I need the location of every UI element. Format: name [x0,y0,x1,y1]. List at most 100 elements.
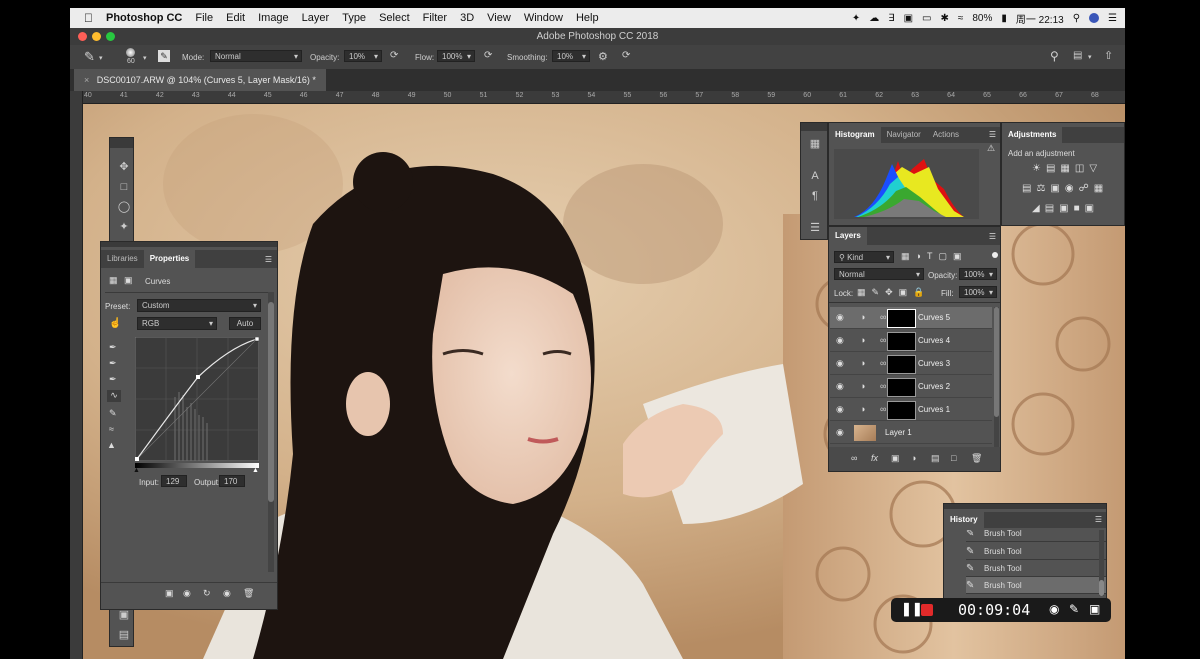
auto-button[interactable]: Auto [229,317,261,330]
lock-position-icon[interactable]: ✥ [885,287,899,297]
lock-artboard-icon[interactable]: ▣ [899,287,914,297]
gray-point-eyedropper-icon[interactable]: ✒ [109,358,117,369]
levels-icon[interactable]: ▤ [1046,163,1060,174]
brightness-contrast-icon[interactable]: ☀ [1032,163,1046,174]
mode-select[interactable]: Normal ▾ [210,50,302,62]
new-adjustment-icon[interactable]: ◑ [911,453,916,463]
history-row[interactable]: ✎ Brush Tool [966,560,1106,577]
tab-history[interactable]: History [944,512,984,528]
view-previous-icon[interactable]: ◉ [183,588,191,599]
add-mask-icon[interactable]: ▣ [891,453,900,464]
tab-histogram[interactable]: Histogram [829,127,881,143]
filter-adjustment-icon[interactable]: ◑ [916,251,927,261]
lasso-tool-icon[interactable]: ◯ [117,200,131,214]
curves-icon[interactable]: ▦ [1060,163,1074,174]
layer-mask-thumbnail[interactable] [887,401,916,420]
close-tab-icon[interactable]: × [84,75,89,85]
new-layer-icon[interactable]: □ [951,453,956,463]
layer-opacity-input[interactable]: 100% ▾ [959,268,997,280]
stop-record-button[interactable] [921,604,933,616]
gradient-map-icon[interactable]: ■ [1074,203,1085,214]
display-icon[interactable]: ▣ [904,13,913,24]
vibrance-icon[interactable]: ▽ [1089,163,1102,174]
brush-size-chevron-icon[interactable]: ▾ [143,54,147,62]
black-white-icon[interactable]: ▣ [1050,183,1064,194]
horizontal-ruler[interactable]: 40 41 42 43 44 45 46 47 48 49 50 51 52 53 54 55 56 57 58 59… [82,91,1125,104]
clipping-warning-icon[interactable]: ▲ [107,440,116,450]
menu-image[interactable]: Image [258,12,289,24]
history-panel-icon[interactable]: ▦ [808,137,822,151]
reset-icon[interactable]: ↻ [203,588,211,599]
layer-row-curves-4[interactable]: ◉ ◑ ∞ Curves 4 [830,330,992,352]
lock-image-icon[interactable]: ✎ [872,287,886,297]
history-scrollbar[interactable] [1099,530,1104,596]
link-icon[interactable]: ∞ [880,312,886,322]
menu-select[interactable]: Select [379,12,410,24]
window-icon[interactable]: ▣ [1089,602,1100,616]
zoom-window-button[interactable] [106,32,115,41]
visibility-eye-icon[interactable]: ◉ [836,312,844,323]
properties-panel-header[interactable] [101,242,277,247]
exposure-icon[interactable]: ◫ [1075,163,1089,174]
clock-text[interactable]: 周一 22:13 [1016,11,1064,26]
scrollbar-thumb[interactable] [268,302,274,502]
paragraph-panel-icon[interactable]: ¶ [808,189,822,203]
selective-color-icon[interactable]: ▣ [1085,203,1099,214]
visibility-eye-icon[interactable]: ◉ [836,404,844,415]
layer-row-curves-1[interactable]: ◉ ◑ ∞ Curves 1 [830,399,992,421]
fill-input[interactable]: 100% ▾ [959,286,997,298]
menu-3d[interactable]: 3D [460,12,474,24]
posterize-icon[interactable]: ▤ [1045,203,1059,214]
threshold-icon[interactable]: ▣ [1059,203,1073,214]
history-row-selected[interactable]: ✎ Brush Tool [966,577,1106,594]
visibility-eye-icon[interactable]: ◉ [836,427,844,438]
apple-icon[interactable]:  [84,11,93,25]
wifi-icon[interactable]: ≈ [958,13,964,24]
layer-mask-thumbnail[interactable] [887,355,916,374]
dock-header[interactable] [801,123,827,131]
move-tool-icon[interactable]: ✥ [117,160,131,174]
invert-icon[interactable]: ◢ [1032,203,1045,214]
trash-icon[interactable]: 🗑 [971,453,982,464]
cloud-icon[interactable]: ☁ [869,13,879,24]
brush-settings-icon[interactable]: ✎ [158,50,170,62]
link-icon[interactable]: ∞ [880,381,886,391]
opacity-input[interactable]: 10% ▾ [344,50,382,62]
smoothing-input[interactable]: 10% ▾ [552,50,590,62]
tools-panel-header[interactable] [110,138,133,148]
panel-menu-icon[interactable]: ☰ [265,255,272,264]
new-group-icon[interactable]: ▤ [931,453,940,464]
trash-icon[interactable]: 🗑 [243,588,254,599]
link-icon[interactable]: ∞ [880,335,886,345]
mask-icon[interactable]: ▣ [124,275,133,286]
menu-help[interactable]: Help [576,12,599,24]
pressure-opacity-icon[interactable]: ⟳ [390,50,398,61]
dropbox-icon[interactable]: ✦ [852,13,860,24]
preset-dropdown-chevron-icon[interactable]: ▾ [99,54,103,62]
color-balance-icon[interactable]: ⚖ [1036,183,1050,194]
layer-thumbnail[interactable] [854,425,876,441]
layer-row-curves-3[interactable]: ◉ ◑ ∞ Curves 3 [830,353,992,375]
close-window-button[interactable] [78,32,87,41]
filter-pixel-icon[interactable]: ▦ [901,251,916,261]
preset-select[interactable]: Custom ▾ [137,299,261,312]
lock-transparent-icon[interactable]: ▦ [857,287,872,297]
photo-filter-icon[interactable]: ◉ [1065,183,1079,194]
link-icon[interactable]: ∞ [880,404,886,414]
bluetooth-icon[interactable]: ✱ [940,13,948,24]
layer-mask-thumbnail[interactable] [887,332,916,351]
filter-toggle[interactable] [992,252,998,258]
curve-points-tool-icon[interactable]: ∿ [107,390,121,402]
gear-icon[interactable]: ⚙ [598,50,608,63]
layer-row-curves-2[interactable]: ◉ ◑ ∞ Curves 2 [830,376,992,398]
fx-icon[interactable]: fx [871,453,878,463]
white-point-eyedropper-icon[interactable]: ✒ [109,374,117,385]
workspace-icon[interactable]: ▤ [1073,50,1082,61]
clip-to-layer-icon[interactable]: ▣ [165,588,174,599]
warning-icon[interactable]: ⚠ [987,143,995,154]
white-input-slider[interactable]: ▲ [252,467,259,474]
tab-navigator[interactable]: Navigator [881,127,927,143]
character-panel-icon[interactable]: A [808,169,822,183]
black-point-eyedropper-icon[interactable]: ✒ [109,342,117,353]
layer-row-curves-5[interactable]: ◉ ◑ ∞ Curves 5 [830,307,992,329]
